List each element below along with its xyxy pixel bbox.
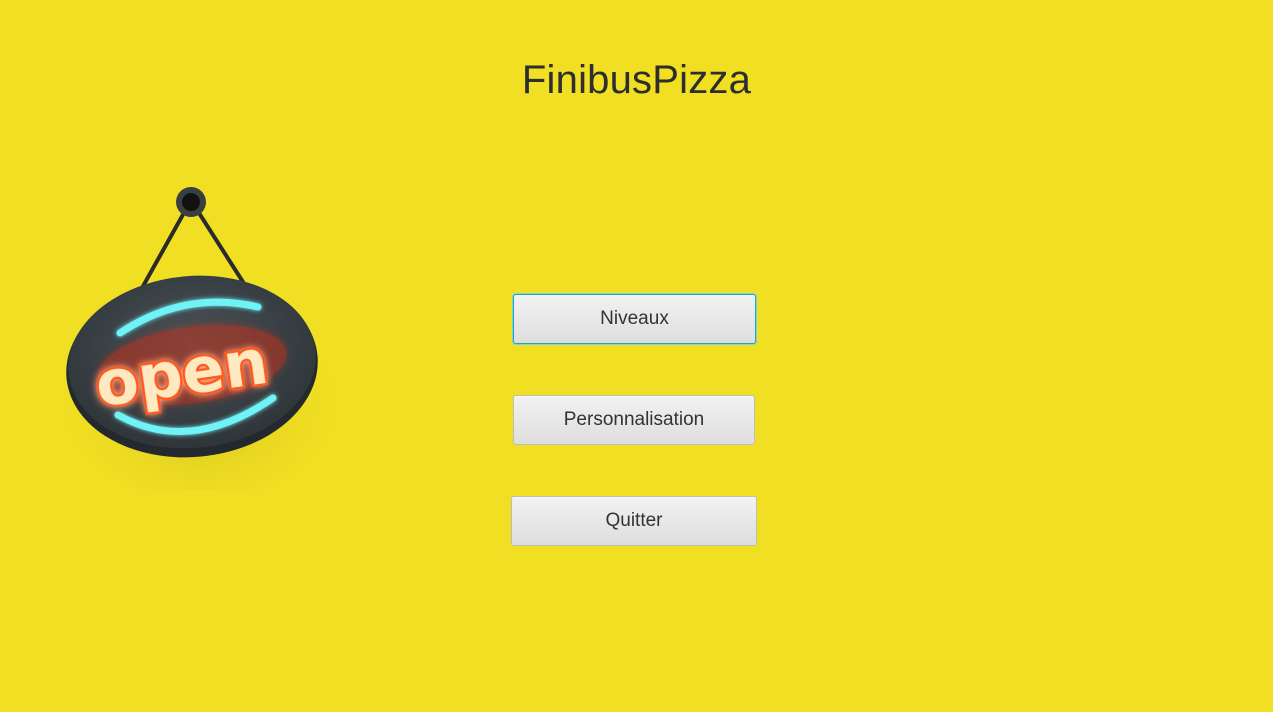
- app-title: FinibusPizza: [521, 58, 752, 102]
- quit-button[interactable]: Quitter: [511, 496, 757, 546]
- open-sign-icon: open: [50, 187, 350, 490]
- customization-button[interactable]: Personnalisation: [513, 395, 755, 445]
- levels-button[interactable]: Niveaux: [513, 294, 756, 344]
